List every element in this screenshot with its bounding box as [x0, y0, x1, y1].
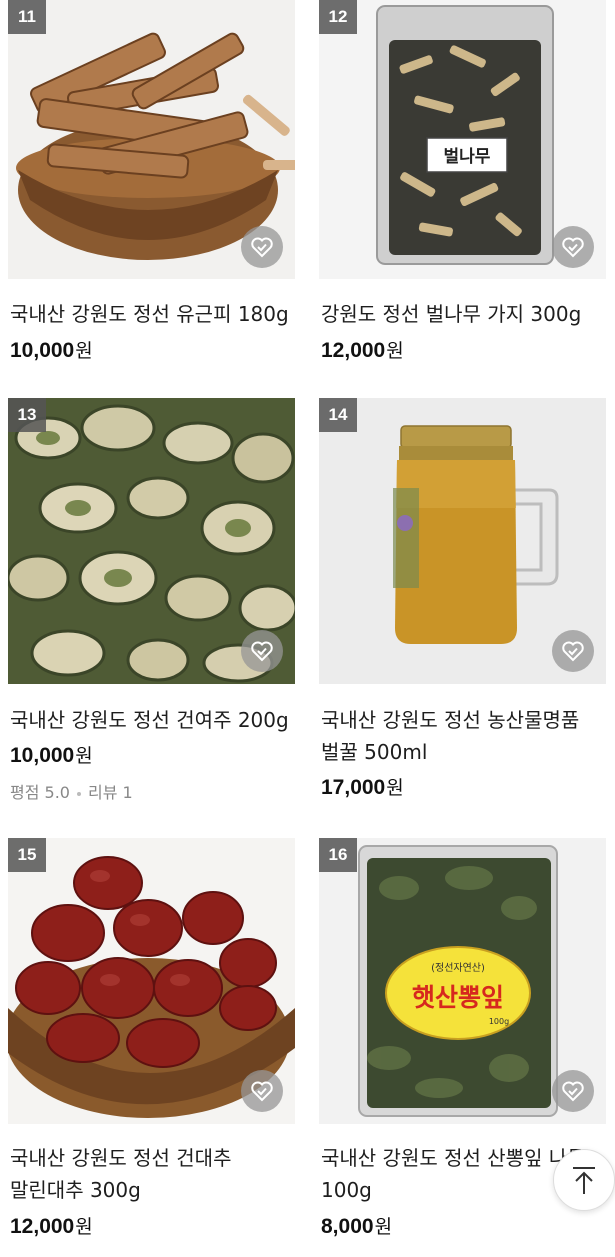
product-price: 10,000원 [10, 335, 93, 366]
product-price: 10,000원 [10, 740, 93, 771]
product-name[interactable]: 국내산 강원도 정선 유근피 180g [10, 298, 310, 330]
rating-label: 평점 5.0 [10, 783, 70, 802]
product-name[interactable]: 국내산 강원도 정선 산뽕잎 나물 [321, 1142, 581, 1174]
product-price: 12,000원 [10, 1211, 93, 1242]
scroll-top-button[interactable] [553, 1149, 615, 1211]
product-name-line2[interactable]: 말린대추 300g [10, 1174, 310, 1206]
price-value: 12,000 [10, 1215, 75, 1238]
rank-badge: 11 [8, 0, 46, 34]
rating-summary: 평점 5.0 리뷰 1 [10, 781, 133, 805]
arrow-up-icon [573, 1167, 595, 1194]
wishlist-button[interactable] [552, 630, 594, 672]
heart-check-icon [562, 237, 584, 258]
product-price: 12,000원 [321, 335, 404, 366]
price-value: 10,000 [10, 744, 75, 767]
package-label: 벌나무 [444, 147, 491, 167]
heart-check-icon [562, 641, 584, 662]
price-currency: 원 [75, 340, 93, 362]
wishlist-button[interactable] [241, 226, 283, 268]
price-value: 10,000 [10, 339, 75, 362]
price-currency: 원 [75, 1216, 93, 1238]
rank-badge: 12 [319, 0, 357, 34]
heart-check-icon [562, 1081, 584, 1102]
product-image[interactable]: 15 [8, 838, 295, 1124]
price-currency: 원 [75, 745, 93, 767]
review-count: 리뷰 1 [87, 783, 133, 802]
product-name[interactable]: 국내산 강원도 정선 건대추 [10, 1142, 310, 1174]
wishlist-button[interactable] [241, 630, 283, 672]
package-weight: 100g [489, 1017, 509, 1026]
product-image[interactable]: 14 [319, 398, 606, 684]
product-grid: 11 국내산 강원도 정선 유근피 180g 10,000원 벌나무 12 강원… [0, 0, 615, 1257]
rank-badge: 14 [319, 398, 357, 432]
product-image[interactable]: (정선자연산) 햇산뽕잎 100g 16 [319, 838, 606, 1124]
rank-badge: 16 [319, 838, 357, 872]
price-value: 12,000 [321, 339, 386, 362]
package-label-big: 햇산뽕잎 [412, 983, 504, 1012]
heart-check-icon [251, 237, 273, 258]
package-label-small: (정선자연산) [431, 962, 485, 974]
product-name[interactable]: 국내산 강원도 정선 농산물명품 [321, 704, 615, 736]
wishlist-button[interactable] [552, 226, 594, 268]
wishlist-button[interactable] [241, 1070, 283, 1112]
product-price: 17,000원 [321, 772, 404, 803]
price-currency: 원 [386, 777, 404, 799]
rank-badge: 15 [8, 838, 46, 872]
heart-check-icon [251, 641, 273, 662]
price-value: 8,000 [321, 1215, 374, 1238]
price-currency: 원 [374, 1216, 393, 1238]
product-name[interactable]: 강원도 정선 벌나무 가지 300g [321, 298, 615, 330]
price-currency: 원 [386, 340, 404, 362]
separator-dot [76, 791, 81, 796]
rank-badge: 13 [8, 398, 46, 432]
product-image[interactable]: 13 [8, 398, 295, 684]
product-name[interactable]: 국내산 강원도 정선 건여주 200g [10, 704, 310, 736]
wishlist-button[interactable] [552, 1070, 594, 1112]
product-name-line2[interactable]: 벌꿀 500ml [321, 736, 615, 768]
product-image[interactable]: 벌나무 12 [319, 0, 606, 279]
price-value: 17,000 [321, 776, 386, 799]
product-image[interactable]: 11 [8, 0, 295, 279]
product-price: 8,000원 [321, 1211, 392, 1242]
heart-check-icon [251, 1081, 273, 1102]
